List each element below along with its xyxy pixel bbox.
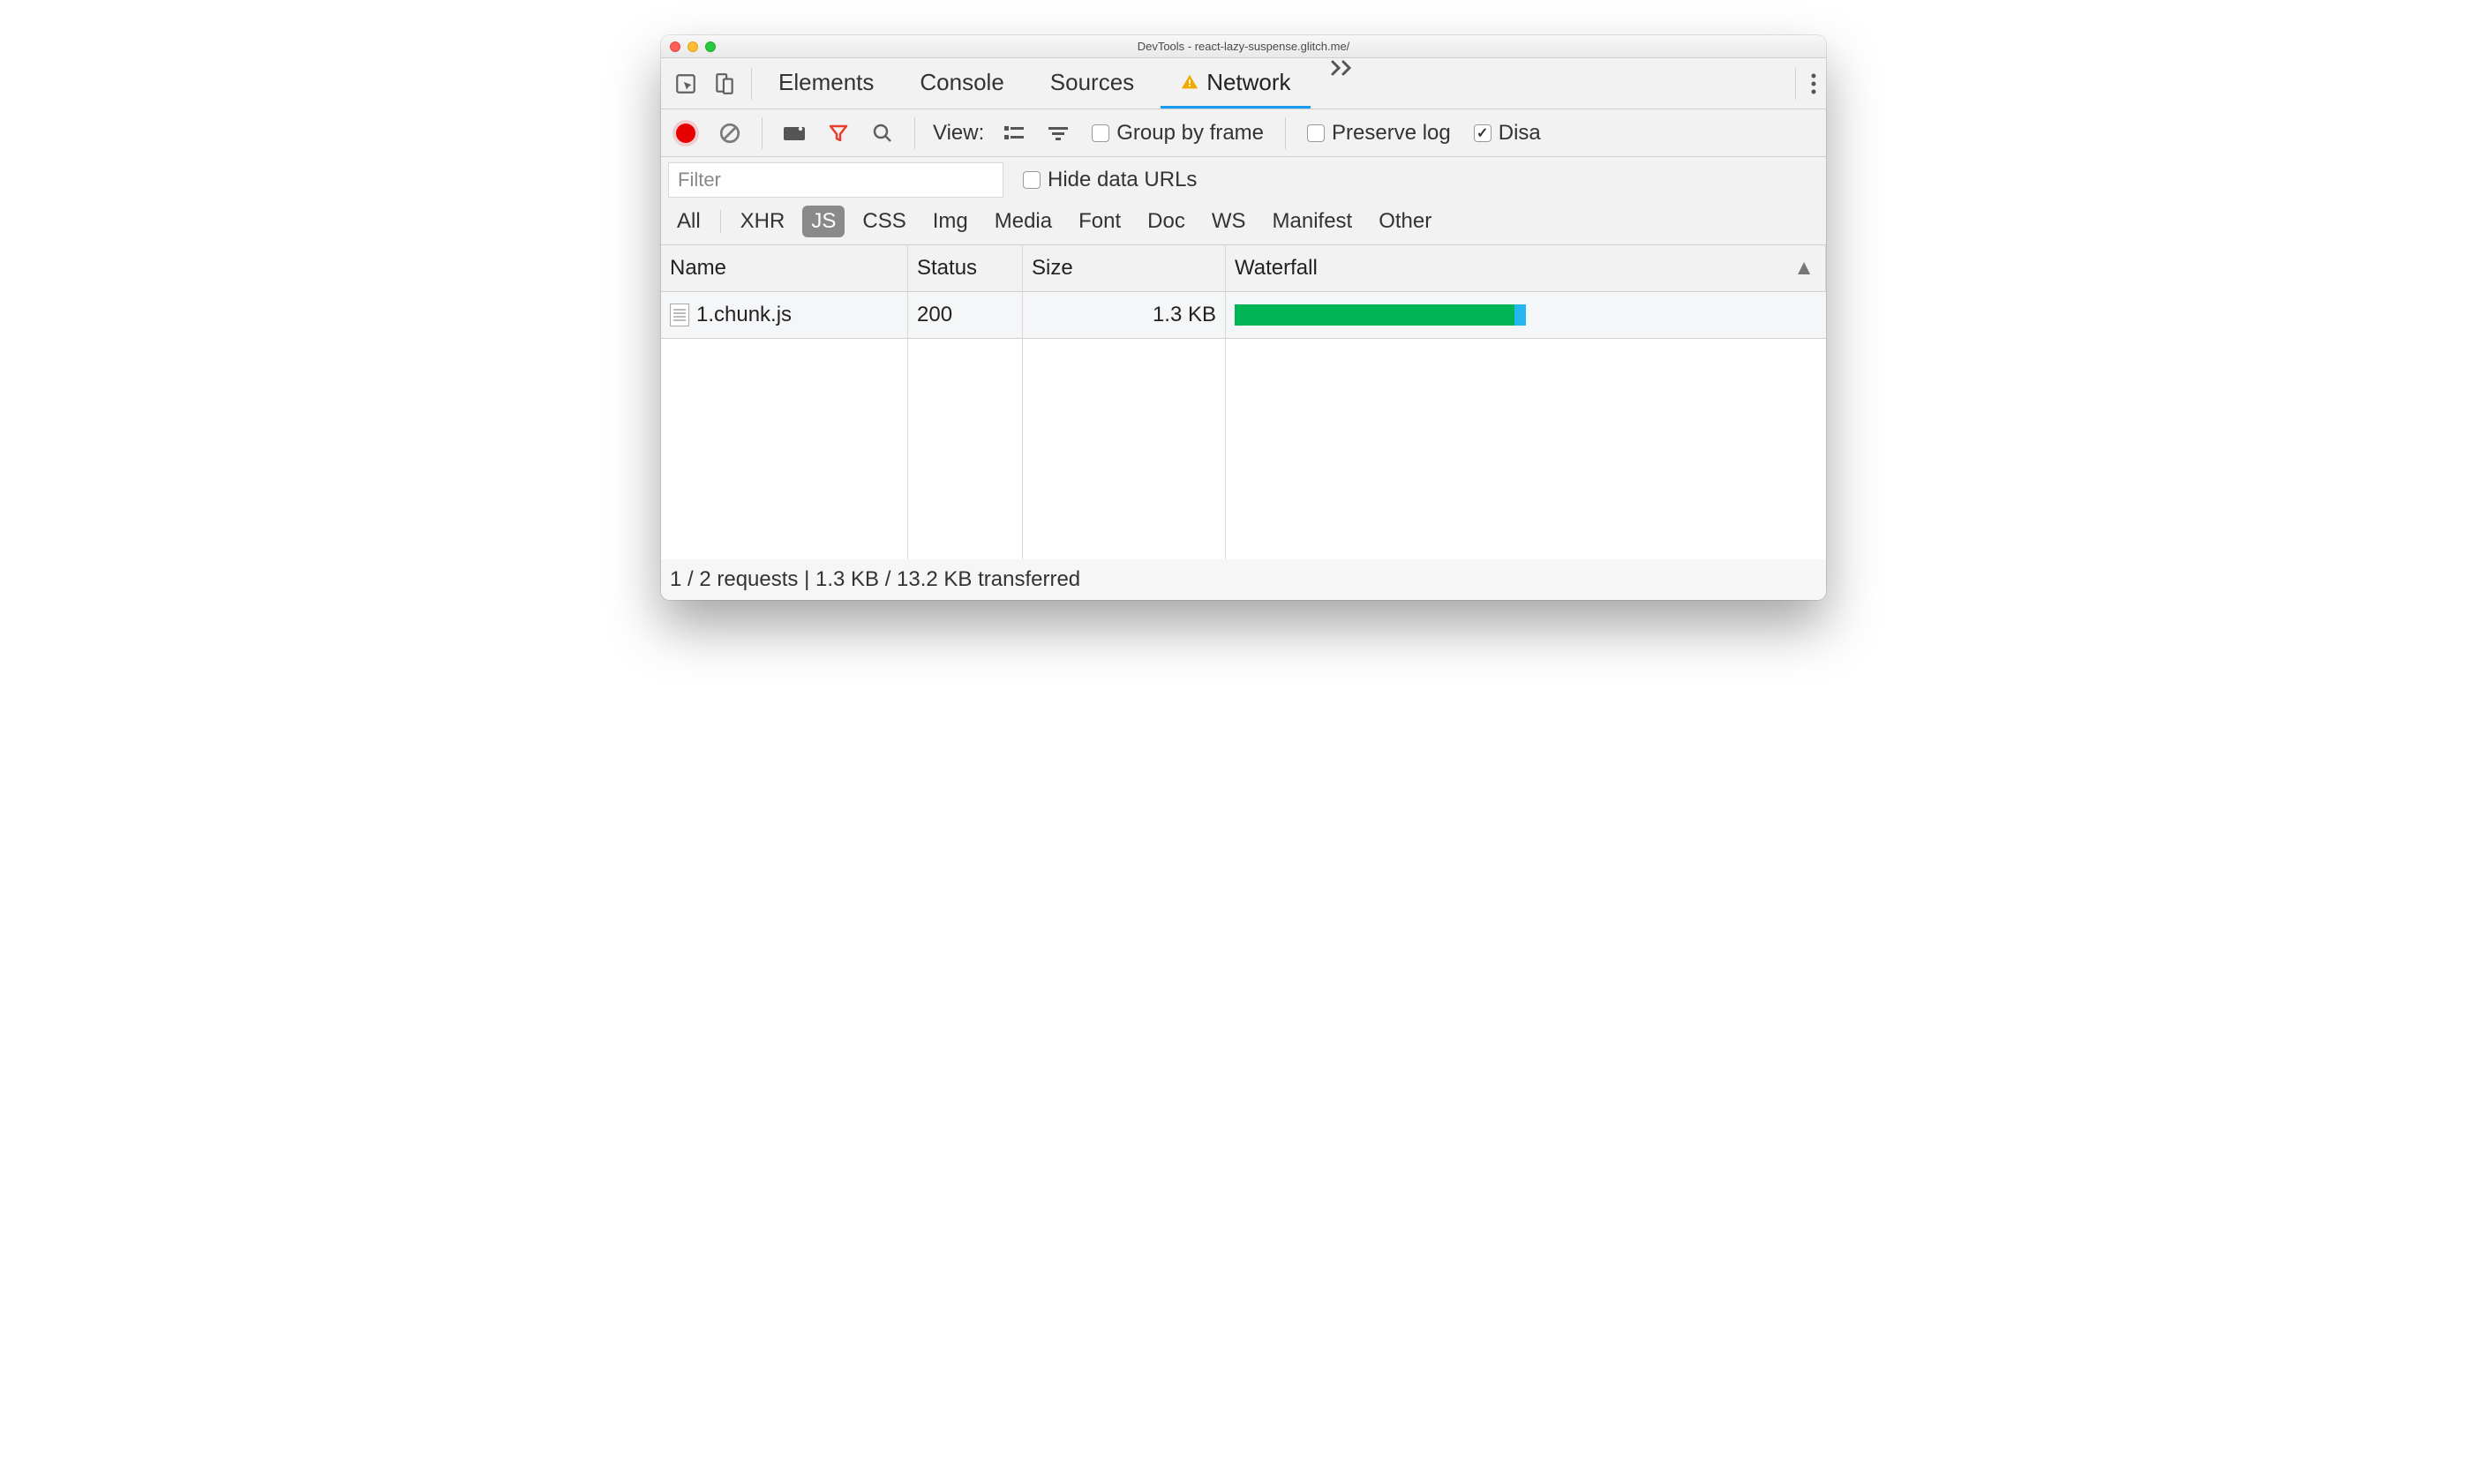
panel-tabbar: Elements Console Sources Network <box>661 58 1826 109</box>
tab-sources[interactable]: Sources <box>1031 58 1153 109</box>
group-by-frame-label: Group by frame <box>1116 121 1264 146</box>
clear-button[interactable] <box>710 114 749 153</box>
checkbox-icon[interactable] <box>1023 171 1041 189</box>
disable-cache-label: Disa <box>1499 121 1541 146</box>
tab-label: Sources <box>1050 69 1134 96</box>
type-filter-css[interactable]: CSS <box>853 206 914 237</box>
cell-waterfall <box>1226 292 1826 338</box>
tab-console[interactable]: Console <box>900 58 1023 109</box>
settings-area <box>1788 68 1817 100</box>
preserve-log-label: Preserve log <box>1332 121 1451 146</box>
divider <box>1285 117 1286 149</box>
divider <box>751 68 752 100</box>
record-button[interactable] <box>666 114 705 153</box>
sort-indicator-icon: ▲ <box>1793 256 1815 281</box>
filter-icon[interactable] <box>819 114 858 153</box>
size-value: 1.3 KB <box>1153 303 1216 327</box>
table-empty-area <box>661 339 1826 559</box>
type-filter-media[interactable]: Media <box>986 206 1061 237</box>
device-toolbar-icon[interactable] <box>705 64 744 103</box>
minimize-window-button[interactable] <box>687 41 698 52</box>
tab-label: Network <box>1206 69 1290 96</box>
view-label: View: <box>928 121 989 146</box>
column-header-waterfall[interactable]: Waterfall ▲ <box>1226 245 1826 292</box>
group-by-frame-control[interactable]: Group by frame <box>1083 121 1273 146</box>
divider <box>914 117 915 149</box>
hide-data-urls-control[interactable]: Hide data URLs <box>1023 168 1197 192</box>
warning-icon <box>1180 72 1199 92</box>
devtools-window: DevTools - react-lazy-suspense.glitch.me… <box>661 35 1826 600</box>
divider <box>1795 68 1796 100</box>
traffic-lights <box>661 41 716 52</box>
cell-name: 1.chunk.js <box>661 292 908 338</box>
cell-size: 1.3 KB <box>1023 292 1226 338</box>
tab-label: Console <box>920 69 1003 96</box>
filter-bar: Hide data URLs <box>661 157 1826 203</box>
status-text: 1 / 2 requests | 1.3 KB / 13.2 KB transf… <box>670 567 1080 592</box>
titlebar: DevTools - react-lazy-suspense.glitch.me… <box>661 35 1826 58</box>
type-filter-other[interactable]: Other <box>1370 206 1440 237</box>
file-icon <box>670 304 689 326</box>
status-bar: 1 / 2 requests | 1.3 KB / 13.2 KB transf… <box>661 559 1826 600</box>
network-table: Name Status Size Waterfall ▲ 1.chunk.js … <box>661 245 1826 339</box>
type-filter-font[interactable]: Font <box>1070 206 1130 237</box>
waterfall-download-bar <box>1235 304 1514 326</box>
disable-cache-control[interactable]: Disa <box>1465 121 1550 146</box>
waterfall-tail-bar <box>1514 304 1526 326</box>
column-label: Status <box>917 256 977 281</box>
type-filter-js[interactable]: JS <box>802 206 845 237</box>
inspect-element-icon[interactable] <box>666 64 705 103</box>
type-filter-ws[interactable]: WS <box>1203 206 1255 237</box>
large-rows-icon[interactable] <box>995 114 1033 153</box>
column-header-status[interactable]: Status <box>908 245 1023 292</box>
column-label: Size <box>1032 256 1073 281</box>
column-label: Waterfall <box>1235 256 1318 281</box>
divider <box>762 117 763 149</box>
checkbox-icon[interactable] <box>1092 124 1109 142</box>
cell-status: 200 <box>908 292 1023 338</box>
filter-input[interactable] <box>668 162 1003 198</box>
resource-type-bar: All XHR JS CSS Img Media Font Doc WS Man… <box>661 203 1826 245</box>
column-header-name[interactable]: Name <box>661 245 908 292</box>
request-name: 1.chunk.js <box>696 303 792 327</box>
overview-icon[interactable] <box>1039 114 1078 153</box>
hide-data-urls-label: Hide data URLs <box>1048 168 1197 192</box>
tab-elements[interactable]: Elements <box>759 58 893 109</box>
zoom-window-button[interactable] <box>705 41 716 52</box>
window-title: DevTools - react-lazy-suspense.glitch.me… <box>1138 40 1350 53</box>
close-window-button[interactable] <box>670 41 680 52</box>
type-filter-xhr[interactable]: XHR <box>732 206 794 237</box>
column-header-size[interactable]: Size <box>1023 245 1226 292</box>
panel-tabs: Elements Console Sources Network <box>759 58 1367 109</box>
column-label: Name <box>670 256 726 281</box>
preserve-log-control[interactable]: Preserve log <box>1298 121 1460 146</box>
waterfall-bar <box>1235 304 1817 326</box>
tab-network[interactable]: Network <box>1161 58 1310 109</box>
checkbox-icon[interactable] <box>1307 124 1325 142</box>
type-filter-manifest[interactable]: Manifest <box>1264 206 1362 237</box>
more-tabs-icon[interactable] <box>1318 58 1367 109</box>
type-filter-img[interactable]: Img <box>924 206 977 237</box>
search-icon[interactable] <box>863 114 902 153</box>
kebab-menu-icon[interactable] <box>1810 72 1817 95</box>
type-filter-doc[interactable]: Doc <box>1138 206 1194 237</box>
tab-label: Elements <box>778 69 874 96</box>
status-value: 200 <box>917 303 952 327</box>
type-filter-all[interactable]: All <box>668 206 710 237</box>
network-toolbar: View: Group by frame Preserve log Disa <box>661 109 1826 157</box>
capture-screenshots-icon[interactable] <box>775 114 814 153</box>
checkbox-icon[interactable] <box>1474 124 1491 142</box>
